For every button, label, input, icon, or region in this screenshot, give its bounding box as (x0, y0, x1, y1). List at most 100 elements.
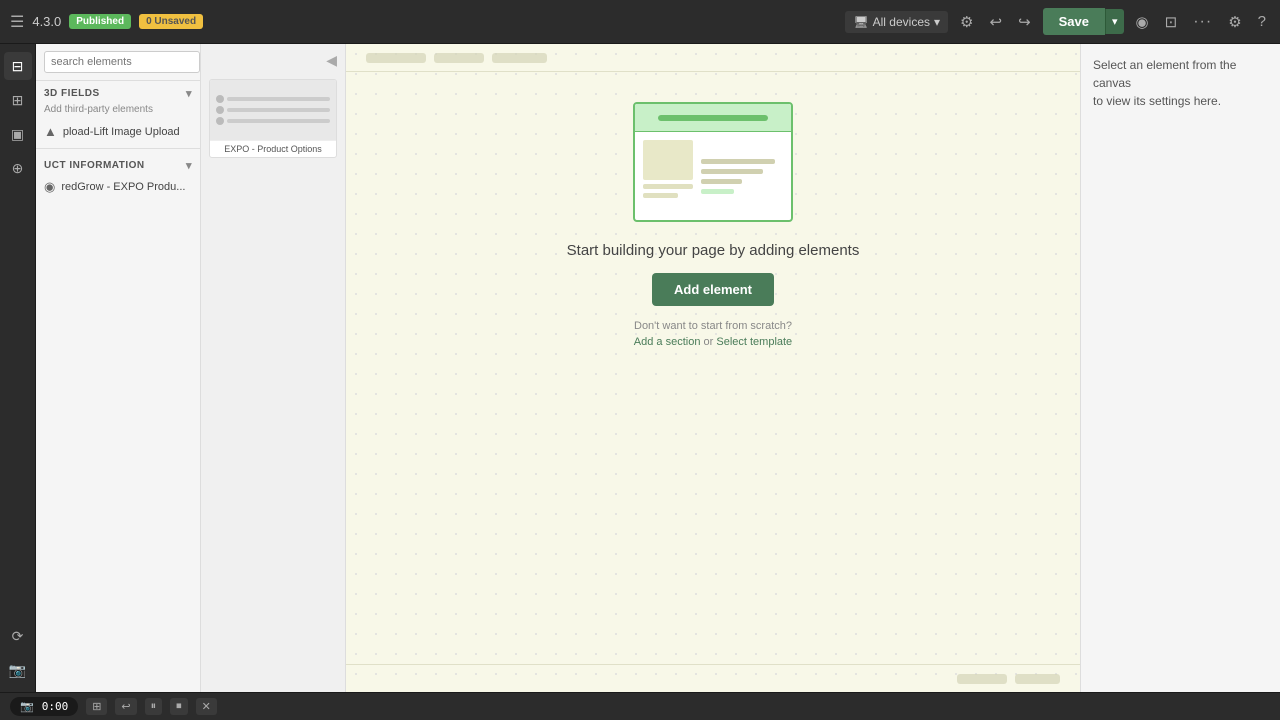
save-btn-group: Save ▾ (1043, 8, 1124, 35)
or-text: or (704, 336, 717, 348)
published-badge: Published (69, 14, 131, 29)
page-illus-line-4 (701, 189, 734, 194)
hamburger-icon[interactable]: ☰ (10, 12, 24, 32)
select-template-link[interactable]: Select template (716, 336, 792, 348)
camera-icon: 📷 (20, 700, 34, 713)
thumb-line-1 (227, 97, 330, 101)
third-party-note: Add third-party elements (36, 102, 200, 119)
left-panel-header: ⚙ (36, 44, 200, 81)
top-stripe-block-2 (434, 53, 484, 63)
canvas-prompt-text: Start building your page by adding eleme… (567, 242, 860, 259)
save-button[interactable]: Save (1043, 8, 1105, 35)
page-illus-line-s2 (643, 193, 678, 198)
sidebar-layers-btn[interactable]: ⊟ (4, 52, 32, 80)
global-settings-icon[interactable]: ⚙ (1224, 9, 1245, 35)
top-stripe-block-3 (492, 53, 547, 63)
canvas-top-stripe (346, 44, 1080, 72)
product-label: redGrow - EXPO Produ... (61, 181, 185, 193)
right-panel-note-line2: to view its settings here. (1093, 94, 1221, 108)
monitor-icon: 🖥 (853, 15, 868, 29)
sidebar-camera-btn[interactable]: 📷 (4, 656, 32, 684)
bottom-bar: 📷 0:00 ⊞ ↩ ⏸ ⏹ ✕ (0, 692, 1280, 720)
product-info-label: UCT INFORMATION (44, 160, 145, 171)
right-panel-note-line1: Select an element from the canvas (1093, 58, 1236, 90)
more-options-icon[interactable]: ··· (1189, 9, 1216, 35)
bottom-stripe-block-1 (957, 674, 1007, 684)
sidebar-media-btn[interactable]: ▣ (4, 120, 32, 148)
right-panel-note: Select an element from the canvas to vie… (1093, 56, 1268, 110)
help-icon[interactable]: ? (1254, 9, 1270, 34)
thumb-rows-1 (210, 89, 336, 131)
page-illus-header (635, 104, 791, 132)
chevron-down-icon: ▾ (934, 15, 940, 29)
rec-delete-btn[interactable]: ✕ (196, 698, 217, 715)
rec-pause-btn[interactable]: ⏸ (145, 698, 163, 715)
thumb-row-1 (216, 95, 330, 103)
responsive-icon[interactable]: ⊡ (1161, 9, 1182, 35)
main-layout: ⊟ ⊞ ▣ ⊕ ⟳ 📷 ⚙ 3D FIELDS ▾ Add third-part… (0, 44, 1280, 692)
bottom-stripe-block-2 (1015, 674, 1060, 684)
3d-fields-label: 3D FIELDS (44, 88, 100, 99)
version-label: 4.3.0 (32, 14, 61, 29)
save-dropdown-button[interactable]: ▾ (1105, 9, 1124, 34)
recording-indicator: 📷 0:00 (10, 697, 78, 716)
preview-icon[interactable]: ◉ (1132, 9, 1153, 35)
redo-icon[interactable]: ↪ (1014, 9, 1035, 35)
canvas-content: Start building your page by adding eleme… (346, 72, 1080, 664)
device-selector[interactable]: 🖥 All devices ▾ (845, 11, 948, 33)
sidebar-apps-btn[interactable]: ⊕ (4, 154, 32, 182)
canvas-bottom-stripe (346, 664, 1080, 692)
page-illustration (633, 102, 793, 222)
product-item[interactable]: ◉ redGrow - EXPO Produ... (36, 174, 200, 200)
thumbnail-panel: ◀ EXPO - (201, 44, 346, 692)
product-info-expand-icon[interactable]: ▾ (186, 159, 192, 172)
rec-grid-btn[interactable]: ⊞ (86, 698, 107, 715)
thumb-line-3 (227, 119, 330, 123)
right-panel: Select an element from the canvas to vie… (1080, 44, 1280, 692)
page-illus-img (643, 140, 693, 180)
undo-icon[interactable]: ↩ (985, 9, 1006, 35)
image-upload-icon: ▲ (44, 124, 57, 139)
add-section-link[interactable]: Add a section (634, 336, 701, 348)
3d-fields-section-header: 3D FIELDS ▾ (36, 81, 200, 102)
page-illus-line-2 (701, 169, 763, 174)
panel-divider-1 (36, 148, 200, 149)
product-icon: ◉ (44, 179, 55, 195)
topbar: ☰ 4.3.0 Published 0 Unsaved 🖥 All device… (0, 0, 1280, 44)
page-illus-line-1 (701, 159, 775, 164)
page-illus-line-3 (701, 179, 742, 184)
image-upload-item[interactable]: ▲ pload-Lift Image Upload (36, 119, 200, 144)
canvas-area: Start building your page by adding eleme… (346, 44, 1080, 692)
collapse-panel-icon[interactable]: ◀ (326, 52, 337, 69)
page-illus-body (635, 132, 791, 220)
page-illus-top-bar (658, 115, 767, 121)
left-panel: ⚙ 3D FIELDS ▾ Add third-party elements ▲… (36, 44, 201, 692)
page-illus-line-s1 (643, 184, 693, 189)
thumb-line-2 (227, 108, 330, 112)
search-input[interactable] (44, 51, 200, 73)
settings-icon[interactable]: ⚙ (956, 9, 977, 35)
topbar-left: ☰ 4.3.0 Published 0 Unsaved (10, 12, 835, 32)
add-element-button[interactable]: Add element (652, 273, 774, 306)
thumb-dot-1 (216, 95, 224, 103)
page-illus-right (701, 140, 783, 212)
rec-undo-btn[interactable]: ↩ (115, 698, 136, 715)
scratch-text: Don't want to start from scratch? (634, 320, 792, 332)
thumb-row-2 (216, 106, 330, 114)
topbar-right: 🖥 All devices ▾ ⚙ ↩ ↪ Save ▾ ◉ ⊡ ··· ⚙ ? (845, 8, 1270, 35)
thumbnail-image-1 (210, 80, 336, 140)
thumbnail-card-1[interactable]: EXPO - Product Options (209, 79, 337, 158)
sidebar-history-btn[interactable]: ⟳ (4, 622, 32, 650)
top-stripe-block-1 (366, 53, 426, 63)
device-label: All devices (873, 15, 930, 29)
rec-stop-btn[interactable]: ⏹ (170, 698, 188, 715)
thumb-row-3 (216, 117, 330, 125)
image-upload-label: pload-Lift Image Upload (63, 126, 180, 138)
icon-sidebar: ⊟ ⊞ ▣ ⊕ ⟳ 📷 (0, 44, 36, 692)
3d-fields-expand-icon[interactable]: ▾ (186, 87, 192, 100)
page-illus-left (643, 140, 693, 212)
unsaved-badge: 0 Unsaved (139, 14, 203, 29)
thumbnail-label-1: EXPO - Product Options (210, 140, 336, 157)
product-info-section-header: UCT INFORMATION ▾ (36, 153, 200, 174)
sidebar-elements-btn[interactable]: ⊞ (4, 86, 32, 114)
